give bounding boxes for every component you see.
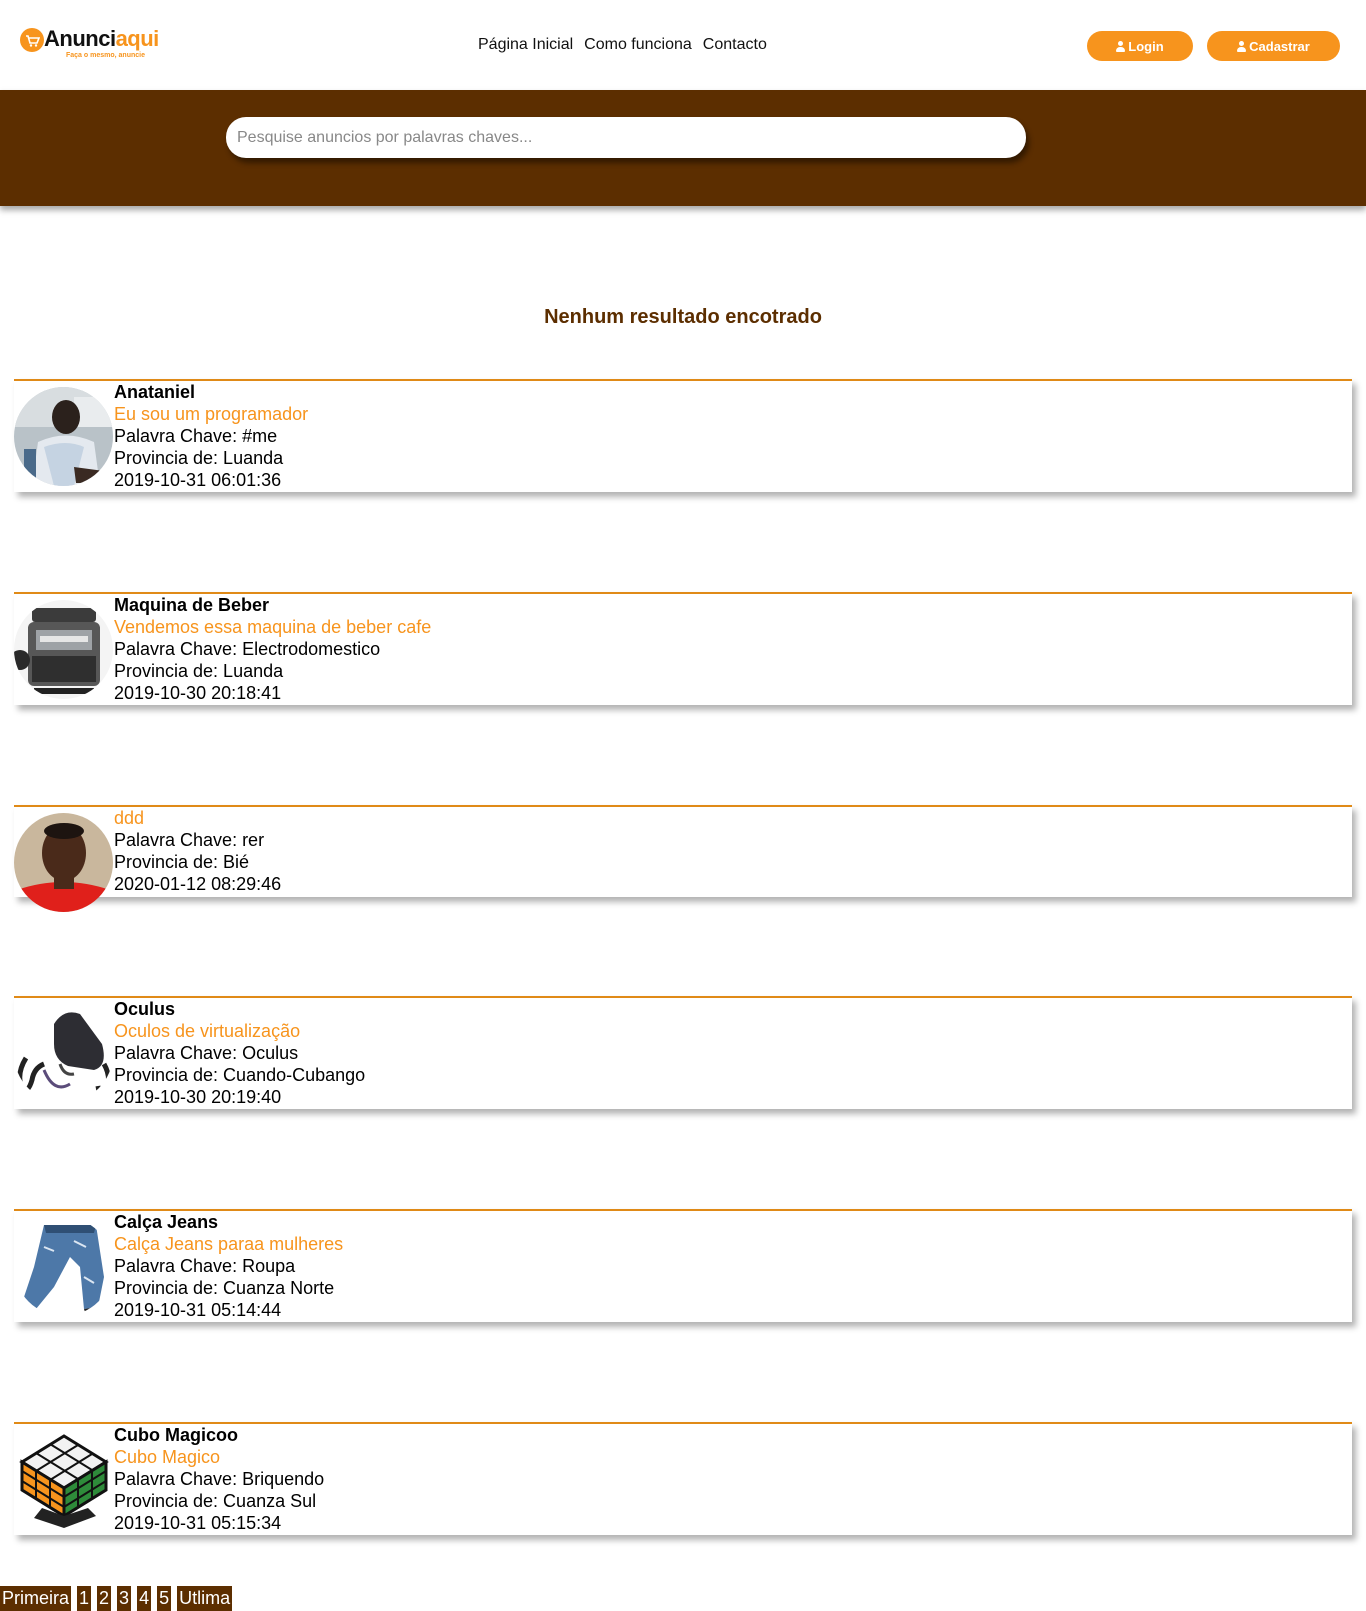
listing-keyword: Palavra Chave: Briquendo bbox=[114, 1469, 325, 1489]
no-results-message: Nenhum resultado encotrado bbox=[544, 306, 822, 328]
pagination-last[interactable]: Utlima bbox=[177, 1586, 233, 1611]
listing-province: Provincia de: Cuanza Norte bbox=[114, 1278, 335, 1298]
listing-description[interactable]: Cubo Magico bbox=[114, 1446, 324, 1468]
listing-province: Provincia de: Luanda bbox=[114, 661, 284, 681]
listing-province: Provincia de: Luanda bbox=[114, 448, 284, 468]
listing-province: Provincia de: Cuanza Sul bbox=[114, 1491, 317, 1511]
user-icon bbox=[1237, 40, 1247, 52]
logo[interactable]: Anunciaqui Faça o mesmo, anuncie bbox=[20, 26, 165, 62]
listing-province: Provincia de: Bié bbox=[114, 852, 250, 872]
listing-description[interactable]: Oculos de virtualização bbox=[114, 1020, 365, 1042]
pagination-page-1[interactable]: 1 bbox=[77, 1586, 92, 1611]
login-button-label: Login bbox=[1128, 38, 1164, 54]
listing-keyword: Palavra Chave: Roupa bbox=[114, 1256, 296, 1276]
listing-image bbox=[14, 600, 113, 699]
listing-info: Maquina de Beber Vendemos essa maquina d… bbox=[114, 594, 431, 704]
listing-card[interactable]: Oculus Oculos de virtualização Palavra C… bbox=[14, 996, 1352, 1109]
listing-image bbox=[14, 1217, 113, 1316]
listing-date: 2019-10-30 20:19:40 bbox=[114, 1087, 282, 1107]
listing-image bbox=[14, 1430, 113, 1529]
listing-province: Provincia de: Cuando-Cubango bbox=[114, 1065, 366, 1085]
pagination-page-4[interactable]: 4 bbox=[137, 1586, 152, 1611]
pagination-page-3[interactable]: 3 bbox=[117, 1586, 132, 1611]
listing-description[interactable]: Calça Jeans paraa mulheres bbox=[114, 1233, 343, 1255]
listing-title: Maquina de Beber bbox=[114, 595, 270, 615]
logo-text: Anunciaqui bbox=[44, 26, 159, 51]
pagination-first[interactable]: Primeira bbox=[0, 1586, 72, 1611]
listing-description[interactable]: Vendemos essa maquina de beber cafe bbox=[114, 616, 431, 638]
listing-info: Anataniel Eu sou um programador Palavra … bbox=[114, 381, 308, 491]
listing-date: 2019-10-30 20:18:41 bbox=[114, 683, 282, 703]
listing-keyword: Palavra Chave: Oculus bbox=[114, 1043, 299, 1063]
listing-card[interactable]: Cubo Magicoo Cubo Magico Palavra Chave: … bbox=[14, 1422, 1352, 1535]
register-button[interactable]: Cadastrar bbox=[1207, 31, 1340, 61]
listing-info: Cubo Magicoo Cubo Magico Palavra Chave: … bbox=[114, 1424, 324, 1534]
main-nav: Página Inicial Como funciona Contacto bbox=[478, 36, 778, 54]
listing-date: 2020-01-12 08:29:46 bbox=[114, 874, 282, 894]
listing-image bbox=[14, 813, 113, 912]
pagination-page-2[interactable]: 2 bbox=[97, 1586, 112, 1611]
listing-card[interactable]: Calça Jeans Calça Jeans paraa mulheres P… bbox=[14, 1209, 1352, 1322]
listing-description[interactable]: Eu sou um programador bbox=[114, 403, 308, 425]
listing-info: ddd Palavra Chave: rer Provincia de: Bié… bbox=[114, 807, 281, 895]
pagination: Primeira 1 2 3 4 5 Utlima bbox=[0, 1586, 238, 1611]
search-input[interactable] bbox=[226, 117, 1026, 158]
listing-title: Anataniel bbox=[114, 382, 196, 402]
register-button-label: Cadastrar bbox=[1249, 38, 1310, 54]
listing-keyword: Palavra Chave: rer bbox=[114, 830, 265, 850]
listing-title: Oculus bbox=[114, 999, 176, 1019]
nav-how-it-works[interactable]: Como funciona bbox=[584, 36, 692, 53]
listing-date: 2019-10-31 05:14:44 bbox=[114, 1300, 282, 1320]
listing-image bbox=[14, 1004, 113, 1103]
search-banner bbox=[0, 90, 1366, 206]
listing-card[interactable]: Anataniel Eu sou um programador Palavra … bbox=[14, 379, 1352, 492]
listing-date: 2019-10-31 05:15:34 bbox=[114, 1513, 282, 1533]
listing-title: Calça Jeans bbox=[114, 1212, 219, 1232]
listing-info: Calça Jeans Calça Jeans paraa mulheres P… bbox=[114, 1211, 343, 1321]
pagination-page-5[interactable]: 5 bbox=[157, 1586, 172, 1611]
listing-image bbox=[14, 387, 113, 486]
listing-title: Cubo Magicoo bbox=[114, 1425, 238, 1445]
nav-contact[interactable]: Contacto bbox=[703, 36, 767, 53]
cart-icon bbox=[20, 28, 44, 52]
listing-keyword: Palavra Chave: Electrodomestico bbox=[114, 639, 381, 659]
listing-description[interactable]: ddd bbox=[114, 807, 281, 829]
listing-date: 2019-10-31 06:01:36 bbox=[114, 470, 282, 490]
login-button[interactable]: Login bbox=[1087, 31, 1193, 61]
listing-keyword: Palavra Chave: #me bbox=[114, 426, 278, 446]
header: Anunciaqui Faça o mesmo, anuncie Página … bbox=[0, 0, 1366, 90]
user-icon bbox=[1116, 40, 1126, 52]
listing-card[interactable]: ddd Palavra Chave: rer Provincia de: Bié… bbox=[14, 805, 1352, 912]
nav-home[interactable]: Página Inicial bbox=[478, 36, 573, 53]
listing-info: Oculus Oculos de virtualização Palavra C… bbox=[114, 998, 365, 1108]
logo-tagline: Faça o mesmo, anuncie bbox=[66, 52, 145, 59]
listing-card[interactable]: Maquina de Beber Vendemos essa maquina d… bbox=[14, 592, 1352, 705]
